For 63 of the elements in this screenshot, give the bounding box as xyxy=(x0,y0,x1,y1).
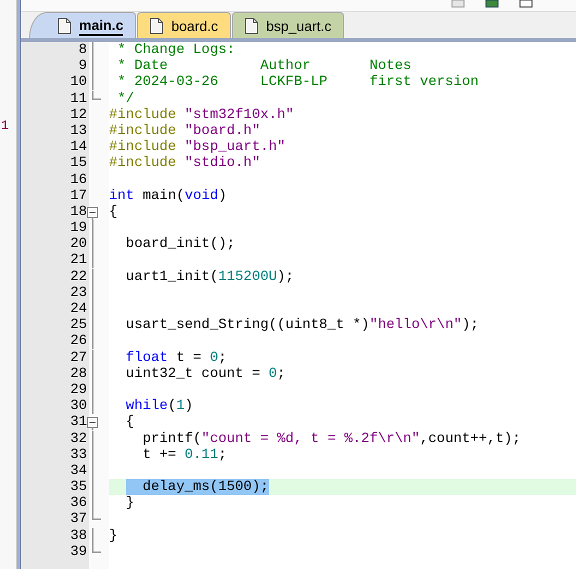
line-number: 39 xyxy=(70,544,87,560)
code-line: { xyxy=(124,414,136,430)
line-number: 28 xyxy=(70,366,87,382)
code-line: { xyxy=(109,204,118,220)
collapse-icon[interactable] xyxy=(87,414,98,430)
file-tab[interactable]: main.c xyxy=(29,12,136,38)
line-number: 17 xyxy=(70,188,87,204)
line-number: 37 xyxy=(70,511,87,528)
code-line: #include "board.h" xyxy=(109,122,262,140)
line-number: 9 xyxy=(78,58,87,74)
line-number: 11 xyxy=(70,90,87,107)
line-number: 14 xyxy=(70,139,87,156)
code-line: #include "stdio.h" xyxy=(109,155,262,172)
line-number: 19 xyxy=(70,220,87,236)
toolbar-icon[interactable] xyxy=(519,0,533,8)
code-line: * Date Author Notes xyxy=(116,58,412,74)
toolbar-icon[interactable] xyxy=(485,0,499,8)
code-line: * 2024-03-26 LCKFB-LP first version xyxy=(116,74,480,91)
code-line: #include "stm32f10x.h" xyxy=(109,106,295,123)
file-icon xyxy=(58,18,71,34)
code-line: } xyxy=(109,528,118,544)
code-line: uint32_t count = 0; xyxy=(124,366,286,382)
code-line: #include "bsp_uart.h" xyxy=(109,139,286,156)
line-number: 31 xyxy=(70,414,87,430)
line-number: 15 xyxy=(70,155,87,172)
code-line: */ xyxy=(116,90,136,107)
code-line: } xyxy=(124,495,136,512)
line-number: 25 xyxy=(70,317,87,334)
line-number: 35 xyxy=(70,479,87,496)
code-line: usart_send_String((uint8_t *)"hello\r\n"); xyxy=(124,317,480,334)
code-line: t += 0.11; xyxy=(142,446,228,463)
line-number: 26 xyxy=(70,333,87,350)
code-line: board_init(); xyxy=(124,236,236,252)
panel-text: 1 xyxy=(1,118,10,134)
line-number: 29 xyxy=(70,382,87,398)
line-number: 21 xyxy=(70,252,87,268)
line-number: 22 xyxy=(70,268,87,285)
line-number: 36 xyxy=(70,495,87,512)
line-number: 20 xyxy=(70,236,87,252)
line-number: 13 xyxy=(70,122,87,139)
line-number: 38 xyxy=(70,528,87,544)
line-number: 10 xyxy=(70,74,87,90)
file-icon xyxy=(150,18,164,34)
code-line: float t = 0; xyxy=(124,350,228,366)
line-number: 18 xyxy=(70,204,87,220)
code-line: printf("count = %d, t = %.2f\r\n",count++,t); xyxy=(142,430,522,447)
line-number: 33 xyxy=(70,446,87,463)
line-number: 27 xyxy=(70,350,87,366)
line-number: 12 xyxy=(70,106,87,123)
code-line: int main(void) xyxy=(109,188,228,204)
line-number: 8 xyxy=(78,42,87,58)
line-number: 30 xyxy=(70,398,87,414)
file-tab[interactable]: board.c xyxy=(137,12,232,38)
line-number: 34 xyxy=(70,462,87,479)
line-number: 32 xyxy=(70,430,87,446)
line-number: 24 xyxy=(70,301,87,317)
file-icon xyxy=(245,18,258,34)
file-tab[interactable]: bsp_uart.c xyxy=(232,12,344,38)
code-line: uart1_init(115200U); xyxy=(124,268,295,285)
line-number: 23 xyxy=(70,284,87,301)
code-line: while(1) xyxy=(124,398,194,414)
line-number: 16 xyxy=(70,172,87,188)
code-line: * Change Logs: xyxy=(116,42,236,58)
